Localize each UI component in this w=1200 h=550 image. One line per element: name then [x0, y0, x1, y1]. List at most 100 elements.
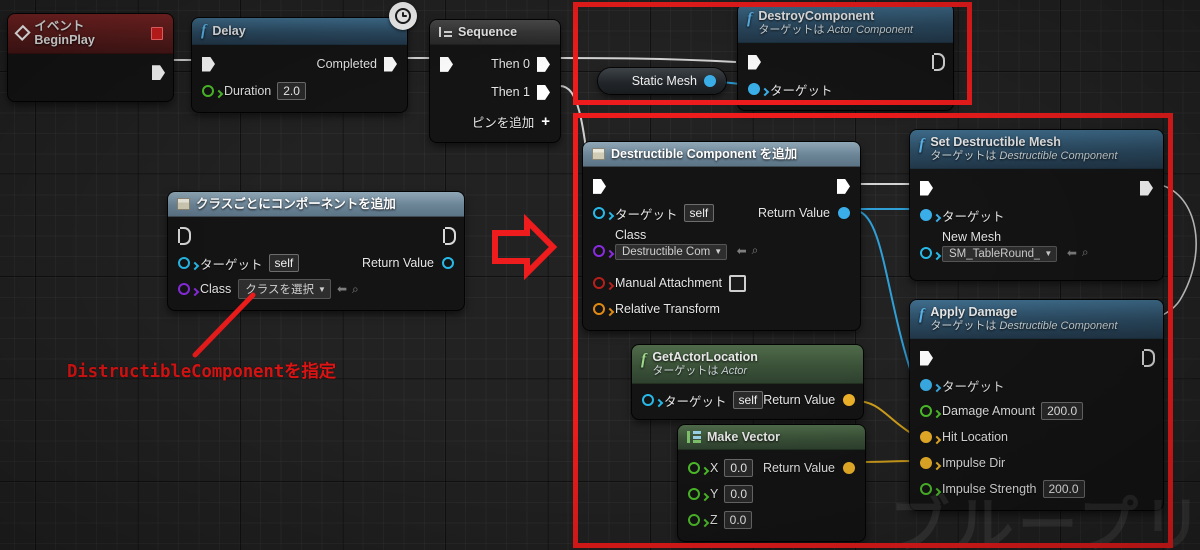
target-self-value[interactable]: self [683, 204, 715, 223]
pin-row-exec[interactable] [168, 222, 464, 250]
target-pin[interactable] [920, 209, 932, 222]
exec-out-pin[interactable] [443, 227, 456, 246]
pin-row-x[interactable]: X 0.0 Return Value [678, 455, 865, 481]
node-set-destructible-mesh[interactable]: f Set Destructible Mesh ターゲットは Destructi… [910, 130, 1163, 281]
pin-row-new-mesh[interactable]: New Mesh SM_TableRound_ ▼ ⬅ ⌕ [910, 228, 1163, 272]
then1-pin[interactable] [537, 84, 550, 100]
node-delay[interactable]: f Delay Completed Duration 2.0 [192, 18, 407, 112]
manual-attachment-checkbox[interactable] [729, 274, 747, 292]
return-value-pin[interactable] [838, 207, 850, 220]
impulse-strength-input[interactable]: 200.0 [1042, 480, 1085, 499]
node-destroy-component[interactable]: f DestroyComponent ターゲットは Actor Componen… [738, 4, 953, 111]
duration-input[interactable]: 2.0 [277, 82, 306, 100]
pin-row-then0[interactable]: Then 0 [430, 50, 560, 78]
target-pin[interactable] [920, 379, 932, 392]
pin-row-duration[interactable]: Duration 2.0 [192, 78, 407, 104]
browse-back-icon[interactable]: ⬅ [337, 282, 347, 296]
impulse-strength-pin[interactable] [920, 483, 932, 496]
search-icon[interactable]: ⌕ [752, 243, 759, 258]
browse-back-icon[interactable]: ⬅ [737, 244, 747, 258]
node-make-vector[interactable]: Make Vector X 0.0 Return Value Y 0.0 Z 0… [678, 425, 865, 542]
search-icon[interactable]: ⌕ [352, 282, 359, 297]
node-add-destructible-component[interactable]: Destructible Component を追加 ターゲット self Re… [583, 142, 860, 331]
class-pin[interactable] [178, 283, 190, 296]
then0-pin[interactable] [537, 56, 550, 72]
z-pin[interactable] [688, 514, 700, 527]
node-static-mesh-variable[interactable]: Static Mesh [598, 68, 726, 94]
relative-transform-pin[interactable] [593, 303, 605, 316]
pin-row-z[interactable]: Z 0.0 [678, 507, 865, 533]
return-value-pin[interactable] [442, 257, 454, 270]
exec-in-pin[interactable] [593, 178, 606, 194]
plus-icon[interactable]: + [541, 114, 550, 129]
pin-row-hit-location[interactable]: Hit Location [910, 424, 1163, 450]
x-input[interactable]: 0.0 [724, 459, 754, 478]
class-pin-tools[interactable]: ⬅ ⌕ [337, 282, 359, 297]
pin-row-exec-out[interactable] [8, 59, 173, 87]
pin-row-y[interactable]: Y 0.0 [678, 481, 865, 507]
target-pin[interactable] [748, 83, 760, 96]
node-apply-damage[interactable]: f Apply Damage ターゲットは Destructible Compo… [910, 300, 1163, 511]
exec-in-pin[interactable] [202, 56, 215, 72]
pin-row-target[interactable]: ターゲット self Return Value [583, 200, 860, 226]
exec-out-pin[interactable] [152, 65, 165, 81]
blueprint-graph-canvas[interactable]: イベント BeginPlay f Delay Completed Duratio… [0, 0, 1200, 550]
class-select-dropdown[interactable]: Destructible Com ▼ [615, 243, 728, 260]
pin-row-target[interactable]: ターゲット self Return Value [632, 387, 863, 413]
pin-row-relative-transform[interactable]: Relative Transform [583, 296, 860, 322]
stop-square-icon[interactable] [150, 26, 163, 40]
target-pin[interactable] [642, 394, 654, 407]
pin-row-manual-attachment[interactable]: Manual Attachment [583, 270, 860, 296]
pin-row-exec[interactable] [738, 48, 953, 76]
exec-in-pin[interactable] [748, 54, 761, 70]
class-pin-tools[interactable]: ⬅ ⌕ [737, 243, 759, 258]
exec-out-pin[interactable] [932, 53, 945, 72]
pin-row-target[interactable]: ターゲット [910, 372, 1163, 398]
return-value-pin[interactable] [843, 394, 856, 407]
pin-row-class[interactable]: Class Destructible Com ▼ ⬅ ⌕ [583, 226, 860, 270]
class-select-dropdown[interactable]: クラスを選択 ▼ [238, 279, 331, 300]
target-self-value[interactable]: self [732, 391, 764, 410]
node-add-component-by-class[interactable]: クラスごとにコンポーネントを追加 ターゲット self Return Value… [168, 192, 464, 311]
class-pin[interactable] [593, 245, 605, 258]
z-input[interactable]: 0.0 [723, 511, 753, 530]
pin-row-exec[interactable] [910, 344, 1163, 372]
pin-row-class[interactable]: Class クラスを選択 ▼ ⬅ ⌕ [168, 276, 464, 302]
y-pin[interactable] [688, 488, 700, 501]
node-get-actor-location[interactable]: f GetActorLocation ターゲットは Actor ターゲット se… [632, 345, 863, 420]
pin-row-impulse-dir[interactable]: Impulse Dir [910, 450, 1163, 476]
exec-in-pin[interactable] [178, 227, 191, 246]
exec-out-pin[interactable] [1140, 180, 1153, 196]
new-mesh-pin[interactable] [920, 247, 932, 260]
impulse-dir-pin[interactable] [920, 457, 932, 470]
pin-row-exec[interactable] [583, 172, 860, 200]
exec-in-pin[interactable] [440, 56, 453, 72]
target-pin[interactable] [593, 207, 605, 220]
exec-in-pin[interactable] [920, 350, 933, 366]
pin-row-exec[interactable]: Completed [192, 50, 407, 78]
node-event-beginplay[interactable]: イベント BeginPlay [8, 14, 173, 101]
exec-in-pin[interactable] [920, 180, 933, 196]
new-mesh-select-dropdown[interactable]: SM_TableRound_ ▼ [942, 245, 1058, 262]
return-value-pin[interactable] [843, 462, 855, 475]
pin-row-target[interactable]: ターゲット [910, 202, 1163, 228]
add-pin-row[interactable]: ピンを追加 + [430, 106, 560, 134]
search-icon[interactable]: ⌕ [1082, 245, 1089, 260]
exec-out-pin[interactable] [837, 178, 850, 194]
manual-attachment-pin[interactable] [593, 277, 605, 290]
pin-row-impulse-strength[interactable]: Impulse Strength 200.0 [910, 476, 1163, 502]
duration-pin[interactable] [202, 85, 214, 97]
target-pin[interactable] [178, 257, 190, 270]
pin-row-exec[interactable] [910, 174, 1163, 202]
pin-row-damage-amount[interactable]: Damage Amount 200.0 [910, 398, 1163, 424]
x-pin[interactable] [688, 462, 700, 475]
pin-row-then1[interactable]: Then 1 [430, 78, 560, 106]
y-input[interactable]: 0.0 [724, 485, 754, 504]
exec-out-pin[interactable] [1142, 349, 1155, 368]
static-mesh-out-pin[interactable] [704, 75, 716, 87]
damage-amount-pin[interactable] [920, 405, 932, 418]
damage-amount-input[interactable]: 200.0 [1041, 402, 1084, 421]
hit-location-pin[interactable] [920, 431, 932, 444]
target-self-value[interactable]: self [268, 254, 300, 273]
pin-row-target[interactable]: ターゲット [738, 76, 953, 102]
